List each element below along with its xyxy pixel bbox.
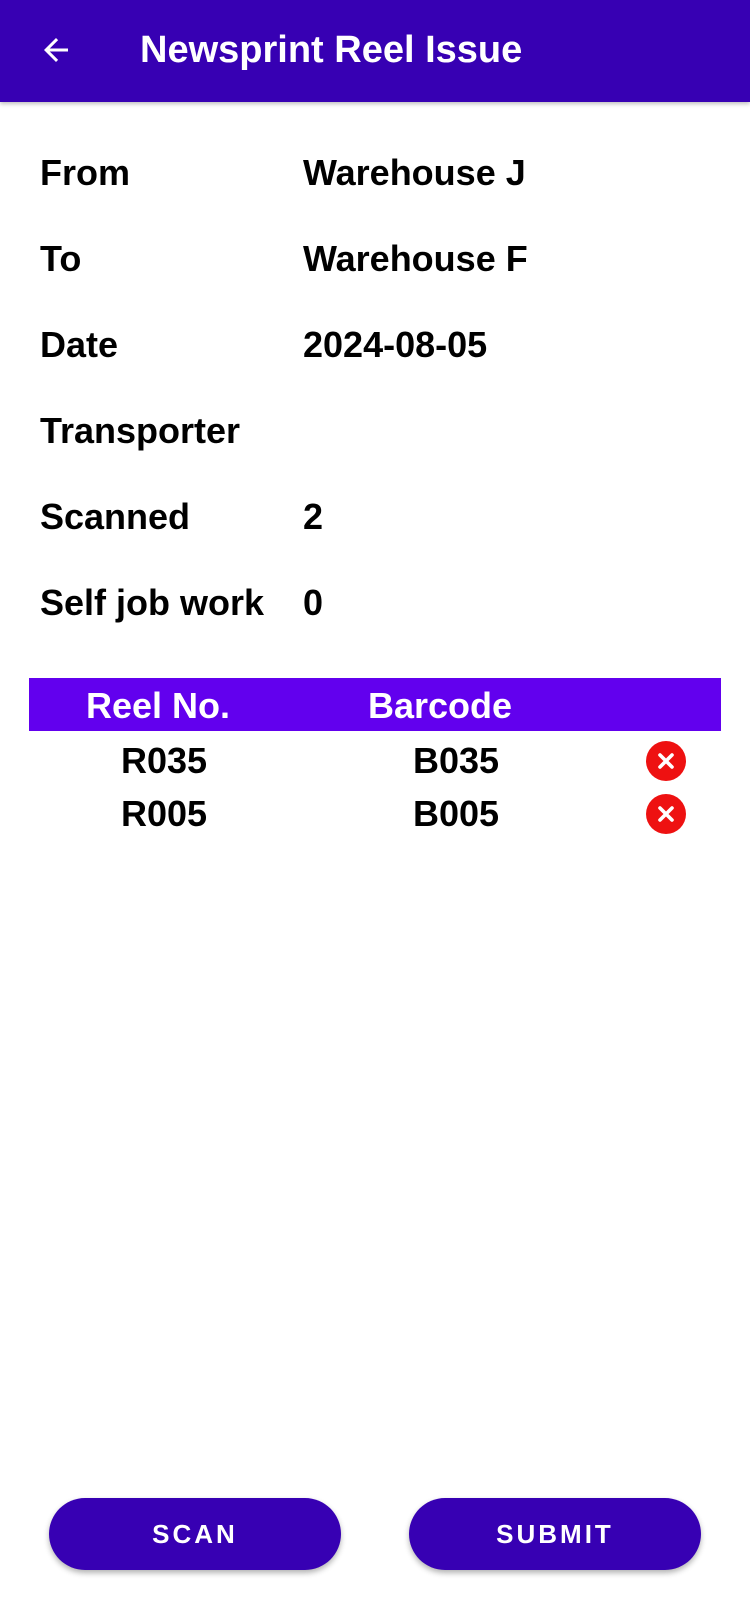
transporter-label: Transporter [40,410,241,451]
table-header: Reel No. Barcode [29,678,721,731]
date-label: Date [40,324,119,365]
remove-row-button[interactable] [646,741,686,781]
self-job-work-value: 0 [303,582,324,623]
from-value: Warehouse J [303,152,526,193]
page-title: Newsprint Reel Issue [140,29,523,71]
detail-row-transporter: Transporter [40,388,720,474]
scanned-label: Scanned [40,496,191,537]
barcode-cell: B005 [413,793,500,834]
remove-row-button[interactable] [646,794,686,834]
self-job-work-label: Self job work [40,582,265,623]
scan-button[interactable]: SCAN [49,1498,341,1570]
detail-row-scanned: Scanned 2 [40,474,720,560]
detail-row-from: From Warehouse J [40,130,720,216]
submit-button[interactable]: SUBMIT [409,1498,701,1570]
from-label: From [40,152,130,193]
date-value: 2024-08-05 [303,324,488,365]
detail-row-self-job-work: Self job work 0 [40,560,720,646]
issue-details: From Warehouse J To Warehouse F Date 202… [40,130,720,646]
to-value: Warehouse F [303,238,528,279]
arrow-left-icon [44,38,68,62]
to-label: To [40,238,82,279]
barcode-cell: B035 [413,740,500,781]
scanned-count: 2 [303,496,324,537]
close-icon [658,806,674,822]
column-header-reel-no: Reel No. [86,685,231,726]
table-row: R005 B005 [29,784,721,837]
close-icon [658,753,674,769]
reel-no-cell: R035 [121,740,208,781]
reel-no-cell: R005 [121,793,208,834]
detail-row-date: Date 2024-08-05 [40,302,720,388]
table-row: R035 B035 [29,731,721,784]
detail-row-to: To Warehouse F [40,216,720,302]
reel-table: Reel No. Barcode R035 B035 R005 B005 [29,678,721,837]
app-bar: Newsprint Reel Issue [0,0,750,102]
back-button[interactable] [28,22,84,78]
column-header-barcode: Barcode [368,685,513,726]
